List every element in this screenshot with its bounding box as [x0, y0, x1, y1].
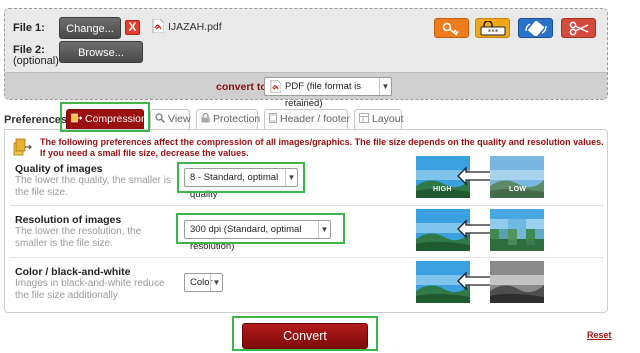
tool-button-rotate[interactable]: [518, 18, 553, 38]
quality-desc: The lower the quality, the smaller is th…: [15, 175, 171, 198]
divider: [10, 205, 604, 206]
divider: [10, 257, 604, 258]
password-icon: ***: [480, 21, 505, 36]
lock-icon: [201, 113, 210, 123]
change-file-button[interactable]: Change...: [59, 17, 121, 39]
convert-to-label: convert to:: [216, 81, 271, 93]
pdf-file-icon: [152, 19, 164, 33]
tab-layout-label: Layout: [372, 113, 404, 125]
color-preview: [416, 260, 544, 304]
file1-name: IJAZAH.pdf: [168, 21, 222, 33]
chevron-down-icon: ▼: [379, 78, 391, 95]
tab-header-footer-label: Header / footer: [280, 113, 351, 125]
highlight-quality-select: [177, 162, 305, 193]
color-select[interactable]: Color ▼: [184, 273, 223, 292]
compression-info-icon: [13, 138, 32, 156]
browse-file-button[interactable]: Browse...: [59, 41, 143, 63]
pdf-format-icon: [270, 80, 281, 93]
convert-bar: convert to: PDF (file format is retained…: [5, 72, 607, 109]
highlight-convert-button: [232, 316, 378, 351]
color-title: Color / black-and-white: [15, 266, 131, 278]
resolution-title: Resolution of images: [15, 214, 122, 226]
scissors-icon: [569, 21, 588, 36]
tool-button-keys[interactable]: [434, 18, 469, 38]
file-panel: File 1: Change... X IJAZAH.pdf File 2: (…: [4, 8, 608, 109]
tab-view-label: View: [168, 113, 191, 125]
highlight-compression-tab: [60, 102, 150, 132]
resolution-desc: The lower the resolution, the smaller is…: [15, 226, 142, 249]
magnifier-icon: [155, 113, 165, 124]
tab-header-footer[interactable]: Header / footer: [264, 109, 351, 129]
layout-icon: [359, 113, 369, 124]
keys-icon: [442, 22, 459, 36]
svg-text:***: ***: [487, 28, 498, 36]
reset-link[interactable]: Reset: [587, 330, 612, 340]
chevron-down-icon: ▼: [210, 274, 222, 291]
file2-label: File 2: (optional): [13, 45, 59, 67]
output-format-select[interactable]: PDF (file format is retained) ▼: [264, 77, 392, 109]
remove-file-button[interactable]: X: [125, 20, 140, 35]
low-tag: LOW: [509, 186, 527, 193]
tab-protection-label: Protection: [213, 113, 261, 125]
low-quality-image: LOW: [490, 156, 544, 198]
high-tag: HIGH: [433, 186, 452, 193]
file2-sublabel: (optional): [13, 55, 59, 67]
tool-button-password[interactable]: ***: [475, 18, 510, 38]
output-format-value: PDF (file format is retained): [285, 81, 362, 109]
page-icon: [269, 113, 277, 124]
color-desc: Images in black-and-white reduce the fil…: [15, 278, 165, 301]
file1-label: File 1:: [13, 22, 45, 34]
tab-view[interactable]: View: [150, 109, 191, 129]
quality-preview: HIGH LOW: [416, 155, 544, 199]
low-resolution-image: [490, 209, 544, 251]
highlight-resolution-select: [176, 213, 345, 244]
quality-title: Quality of images: [15, 163, 103, 175]
grayscale-image: [490, 261, 544, 303]
tab-protection[interactable]: Protection: [196, 109, 261, 129]
rotate-icon: [524, 21, 547, 36]
tab-layout[interactable]: Layout: [354, 109, 404, 129]
resolution-preview: [416, 208, 544, 252]
close-icon: X: [128, 20, 137, 34]
tool-button-scissors[interactable]: [561, 18, 596, 38]
compression-info-line1: The following preferences affect the com…: [40, 137, 604, 147]
